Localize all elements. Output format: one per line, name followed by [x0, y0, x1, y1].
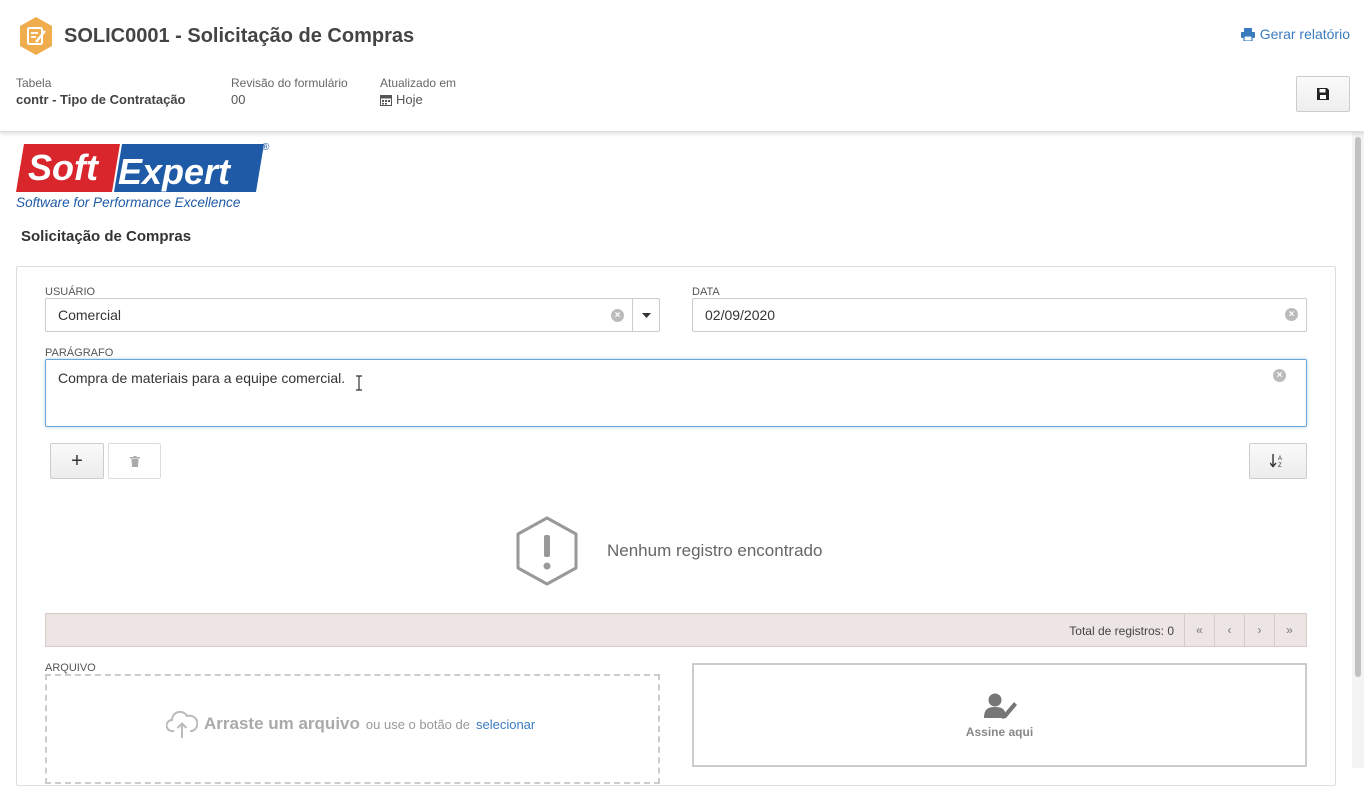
logo-tagline: Software for Performance Excellence [16, 195, 241, 210]
select-file-link[interactable]: selecionar [476, 717, 535, 732]
warning-hexagon-icon [516, 516, 578, 586]
section-title: Solicitação de Compras [21, 228, 192, 245]
softexpert-logo: Soft Expert ® Software for Performance E… [16, 142, 270, 210]
text-cursor-icon [356, 375, 362, 391]
grid-pager: Total de registros: 0 « ‹ › » [45, 613, 1307, 647]
svg-text:Z: Z [1278, 463, 1282, 468]
paragrafo-label: PARÁGRAFO [45, 347, 114, 359]
vertical-scrollbar[interactable] [1352, 132, 1364, 768]
data-clear-icon[interactable]: × [1285, 308, 1298, 321]
dropzone-main-text: Arraste um arquivo [204, 714, 360, 733]
meta-revision: Revisão do formulário 00 [231, 76, 348, 107]
caret-down-icon [641, 312, 651, 318]
logo-registered-mark: ® [262, 142, 270, 153]
sort-button[interactable]: A Z [1249, 443, 1307, 479]
save-button[interactable] [1296, 76, 1350, 112]
meta-table-label: Tabela [16, 76, 52, 90]
meta-table-value: contr - Tipo de Contratação [16, 92, 186, 107]
usuario-dropdown-button[interactable] [632, 299, 659, 331]
page-header: SOLIC0001 - Solicitação de Compras Gerar… [0, 0, 1364, 132]
paragrafo-value: Compra de materiais para a equipe comerc… [58, 370, 346, 386]
calendar-icon [380, 94, 392, 106]
sign-user-icon [984, 693, 1017, 719]
data-value: 02/09/2020 [705, 307, 776, 323]
arquivo-label: ARQUIVO [45, 662, 96, 674]
printer-icon [1240, 27, 1255, 41]
logo-soft-text: Soft [28, 147, 100, 188]
usuario-label: USUÁRIO [45, 286, 96, 298]
dropzone-text: Arraste um arquivo ou use o botão de sel… [166, 709, 535, 739]
paragrafo-clear-icon[interactable]: × [1273, 369, 1286, 382]
logo-expert-text: Expert [118, 151, 232, 192]
meta-table: Tabela contr - Tipo de Contratação [16, 76, 186, 107]
meta-updated-label: Atualizado em [380, 76, 457, 90]
add-icon: + [71, 449, 83, 472]
pager-first-button[interactable]: « [1184, 614, 1214, 646]
generate-report-link[interactable]: Gerar relatório [1240, 26, 1350, 42]
usuario-clear-icon[interactable]: × [611, 309, 624, 322]
cloud-upload-icon [166, 710, 198, 738]
svg-text:A: A [1278, 456, 1282, 462]
scrollbar-thumb[interactable] [1355, 137, 1361, 677]
usuario-select[interactable]: Comercial × [45, 298, 660, 332]
data-label: DATA [692, 286, 720, 298]
sort-alpha-icon: A Z [1270, 454, 1282, 468]
delete-button[interactable] [108, 443, 161, 479]
signature-box[interactable]: Assine aqui [692, 663, 1307, 767]
meta-revision-value: 00 [231, 92, 246, 107]
meta-updated: Atualizado em Hoje [380, 76, 456, 107]
page-title: SOLIC0001 - Solicitação de Compras [64, 25, 415, 47]
data-input[interactable]: 02/09/2020 × [692, 298, 1307, 332]
pager-prev-button[interactable]: ‹ [1214, 614, 1244, 646]
generate-report-label: Gerar relatório [1259, 26, 1350, 42]
total-records: Total de registros: 0 [1069, 624, 1174, 638]
empty-state-message: Nenhum registro encontrado [607, 541, 823, 560]
form-hexagon-icon [20, 17, 52, 55]
paragrafo-textarea[interactable]: Compra de materiais para a equipe comerc… [45, 359, 1307, 427]
sign-here-label: Assine aqui [965, 725, 1034, 739]
pager-next-button[interactable]: › [1244, 614, 1274, 646]
dropzone-sub-text: ou use o botão de [365, 716, 470, 732]
meta-updated-value: Hoje [396, 92, 423, 107]
usuario-value: Comercial [58, 307, 122, 323]
add-button[interactable]: + [50, 443, 104, 479]
meta-updated-value-wrap: Hoje [380, 92, 456, 107]
trash-icon [129, 455, 140, 467]
meta-revision-label: Revisão do formulário [231, 76, 348, 90]
floppy-disk-icon [1317, 88, 1329, 100]
pager-last-button[interactable]: » [1274, 614, 1304, 646]
